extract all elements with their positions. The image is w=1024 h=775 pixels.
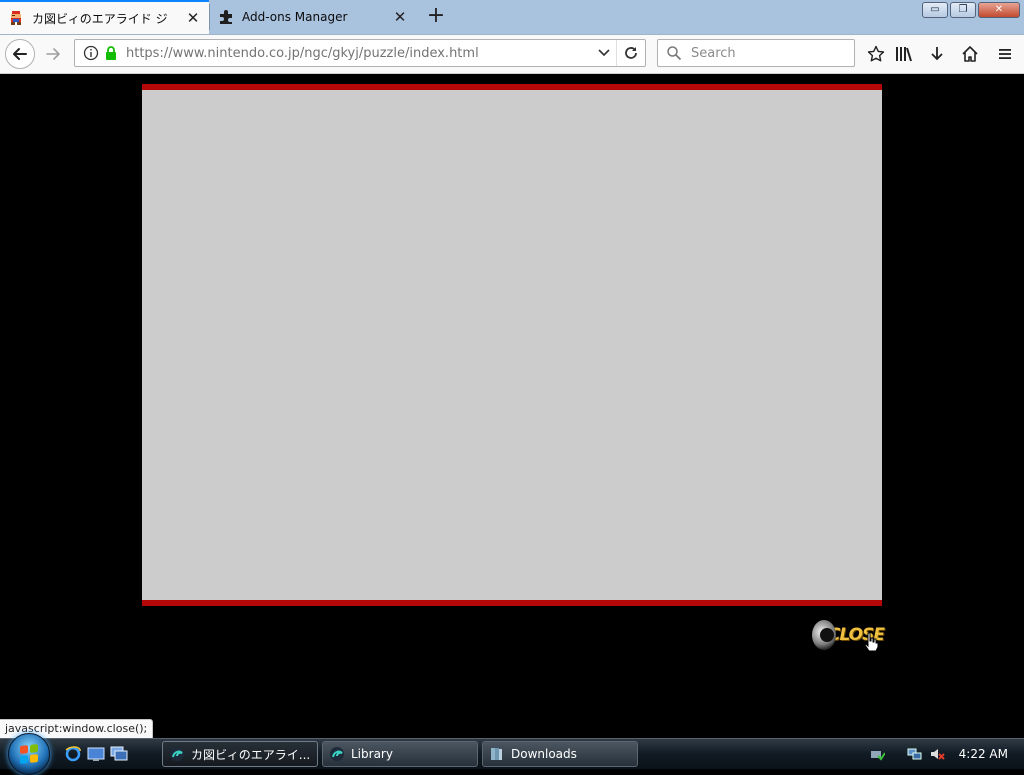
puzzle-frame	[142, 84, 882, 606]
mario-favicon-icon	[11, 11, 21, 25]
back-arrow-icon	[13, 48, 27, 60]
plus-icon: +	[426, 3, 446, 28]
forward-button[interactable]	[38, 39, 68, 69]
home-button[interactable]	[959, 43, 981, 65]
taskbar-button-library[interactable]: Library	[322, 741, 478, 767]
puzzle-piece-icon	[220, 10, 232, 24]
tab-close-icon[interactable]: ✕	[183, 9, 203, 27]
folder-icon	[491, 748, 502, 760]
tab-title: Add-ons Manager	[242, 10, 348, 24]
taskbar-label: Downloads	[511, 747, 577, 761]
url-text[interactable]: https://www.nintendo.co.jp/ngc/gkyj/puzz…	[126, 46, 592, 61]
url-bar[interactable]: https://www.nintendo.co.jp/ngc/gkyj/puzz…	[74, 39, 646, 67]
windows-logo-icon	[20, 744, 38, 764]
safely-remove-hardware-icon[interactable]	[869, 746, 885, 762]
show-desktop-icon[interactable]	[87, 745, 105, 763]
home-icon	[962, 46, 978, 62]
tab-addons-manager[interactable]: Add-ons Manager ✕	[210, 0, 416, 34]
tab-close-icon[interactable]: ✕	[390, 8, 410, 26]
firefox-nightly-icon	[170, 747, 184, 761]
system-tray: 4:22 AM	[869, 739, 1024, 769]
info-icon[interactable]	[83, 45, 99, 61]
tab-title: カ図ビィのエアライド ジ	[32, 11, 168, 26]
close-knob-icon	[812, 620, 836, 650]
search-input[interactable]	[689, 44, 843, 62]
download-arrow-icon	[931, 47, 943, 61]
tab-kirby-air-ride[interactable]: カ図ビィのエアライド ジ ✕	[0, 0, 209, 34]
lock-icon[interactable]	[104, 45, 118, 61]
chevron-down-icon[interactable]	[592, 46, 616, 60]
start-button[interactable]	[8, 733, 50, 775]
library-icon	[896, 47, 912, 62]
internet-explorer-icon[interactable]	[64, 745, 82, 763]
hand-cursor-icon	[864, 632, 879, 652]
switch-windows-icon[interactable]	[110, 745, 128, 763]
firefox-nightly-icon	[330, 747, 344, 761]
window-controls: ▭ ❐ ✕	[922, 2, 1020, 18]
forward-arrow-icon	[46, 48, 60, 60]
windows-taskbar: カ図ビィのエアライ... Library Downloads 4:22 AM	[0, 733, 1024, 775]
network-icon[interactable]	[907, 746, 923, 762]
window-close-button[interactable]: ✕	[978, 2, 1020, 18]
navigation-toolbar: https://www.nintendo.co.jp/ngc/gkyj/puzz…	[0, 35, 1024, 74]
tab-strip: カ図ビィのエアライド ジ ✕ Add-ons Manager ✕ + ▭ ❐ ✕	[0, 0, 1024, 35]
taskbar-button-downloads[interactable]: Downloads	[482, 741, 638, 767]
back-button[interactable]	[5, 39, 35, 69]
new-tab-button[interactable]: +	[424, 5, 448, 29]
reload-button[interactable]	[616, 40, 645, 66]
search-box[interactable]	[657, 39, 855, 67]
star-icon	[867, 45, 885, 62]
hamburger-menu-icon	[999, 49, 1011, 59]
taskbar-label: Library	[351, 747, 393, 761]
restore-button[interactable]: ❐	[950, 2, 976, 18]
clock[interactable]: 4:22 AM	[959, 747, 1008, 761]
taskbar-button-firefox-page[interactable]: カ図ビィのエアライ...	[162, 741, 318, 767]
search-icon	[667, 46, 682, 61]
downloads-button[interactable]	[926, 43, 948, 65]
reload-icon	[625, 47, 637, 59]
volume-muted-icon[interactable]	[929, 746, 945, 762]
library-button[interactable]	[893, 43, 915, 65]
taskbar-label: カ図ビィのエアライ...	[191, 747, 311, 762]
menu-button[interactable]	[994, 43, 1016, 65]
bookmark-star-button[interactable]	[865, 43, 887, 65]
minimize-button[interactable]: ▭	[922, 2, 948, 18]
